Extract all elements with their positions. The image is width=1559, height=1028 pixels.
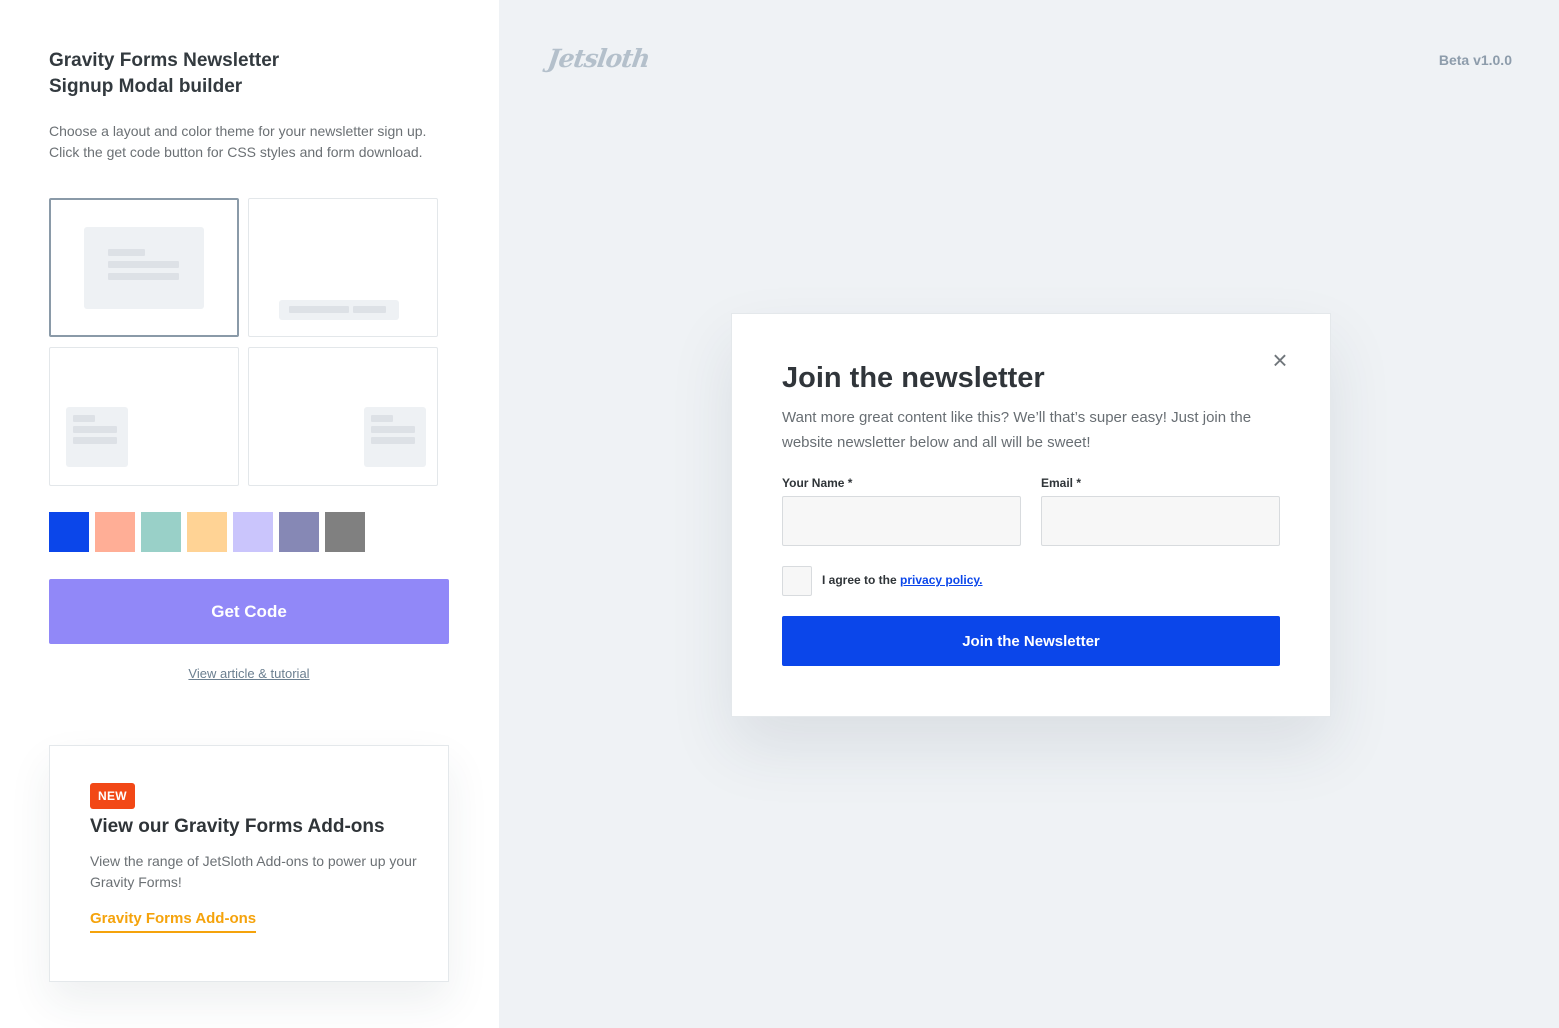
layout-preview-line	[108, 273, 179, 280]
color-swatch-lavender[interactable]	[233, 512, 273, 552]
color-swatch-peach[interactable]	[187, 512, 227, 552]
name-field[interactable]	[782, 496, 1021, 546]
email-field-label: Email *	[1041, 476, 1082, 490]
layout-option-bottom-left[interactable]	[49, 347, 239, 486]
modal-description: Want more great content like this? We’ll…	[782, 409, 1252, 451]
layout-option-bottom-bar[interactable]	[248, 198, 438, 337]
layout-preview-line	[73, 437, 117, 444]
color-swatch-slate-purple[interactable]	[279, 512, 319, 552]
layout-picker	[49, 198, 438, 486]
promo-title: View our Gravity Forms Add-ons	[90, 816, 385, 837]
layout-option-bottom-right[interactable]	[248, 347, 438, 486]
newsletter-modal: × Join the newsletter Want more great co…	[731, 313, 1331, 717]
layout-preview-line	[371, 426, 415, 433]
jetsloth-logo: Jetsloth	[545, 44, 652, 73]
page-title-line1: Gravity Forms Newsletter	[49, 50, 280, 71]
layout-preview-line	[371, 437, 415, 444]
new-badge: NEW	[90, 783, 135, 809]
layout-preview-line	[108, 261, 179, 268]
color-swatch-gray[interactable]	[325, 512, 365, 552]
color-swatch-teal[interactable]	[141, 512, 181, 552]
promo-description: View the range of JetSloth Add-ons to po…	[90, 853, 417, 890]
layout-preview-line	[108, 249, 145, 256]
consent-text: I agree to the	[822, 573, 901, 587]
name-field-label: Your Name *	[782, 476, 853, 490]
layout-preview-box	[84, 227, 204, 309]
privacy-policy-link[interactable]: privacy policy.	[900, 573, 982, 587]
page-title: Gravity Forms Newsletter Signup Modal bu…	[49, 48, 349, 100]
get-code-button[interactable]: Get Code	[49, 579, 449, 644]
layout-preview-line	[289, 306, 349, 313]
page-title-line2: Signup Modal builder	[49, 76, 243, 97]
layout-preview-line	[353, 306, 386, 313]
consent-label: I agree to the privacy policy.	[822, 573, 983, 587]
layout-preview-line	[371, 415, 393, 422]
addons-link[interactable]: Gravity Forms Add-ons	[90, 910, 257, 933]
layout-preview-line	[73, 426, 117, 433]
privacy-checkbox[interactable]	[782, 566, 812, 596]
color-swatches	[49, 512, 371, 552]
join-newsletter-button[interactable]: Join the Newsletter	[782, 616, 1280, 666]
modal-title: Join the newsletter	[782, 362, 1045, 394]
article-tutorial-link[interactable]: View article & tutorial	[49, 666, 449, 681]
layout-preview-line	[73, 415, 95, 422]
color-swatch-salmon[interactable]	[95, 512, 135, 552]
layout-option-centered-modal[interactable]	[49, 198, 239, 337]
version-label: Beta v1.0.0	[1438, 52, 1512, 68]
sidebar: Gravity Forms Newsletter Signup Modal bu…	[0, 0, 499, 1028]
sidebar-description: Choose a layout and color theme for your…	[49, 123, 427, 160]
color-swatch-blue[interactable]	[49, 512, 89, 552]
close-icon[interactable]: ×	[1268, 347, 1292, 373]
addons-promo-card: NEW View our Gravity Forms Add-ons View …	[49, 745, 449, 982]
email-field[interactable]	[1041, 496, 1280, 546]
